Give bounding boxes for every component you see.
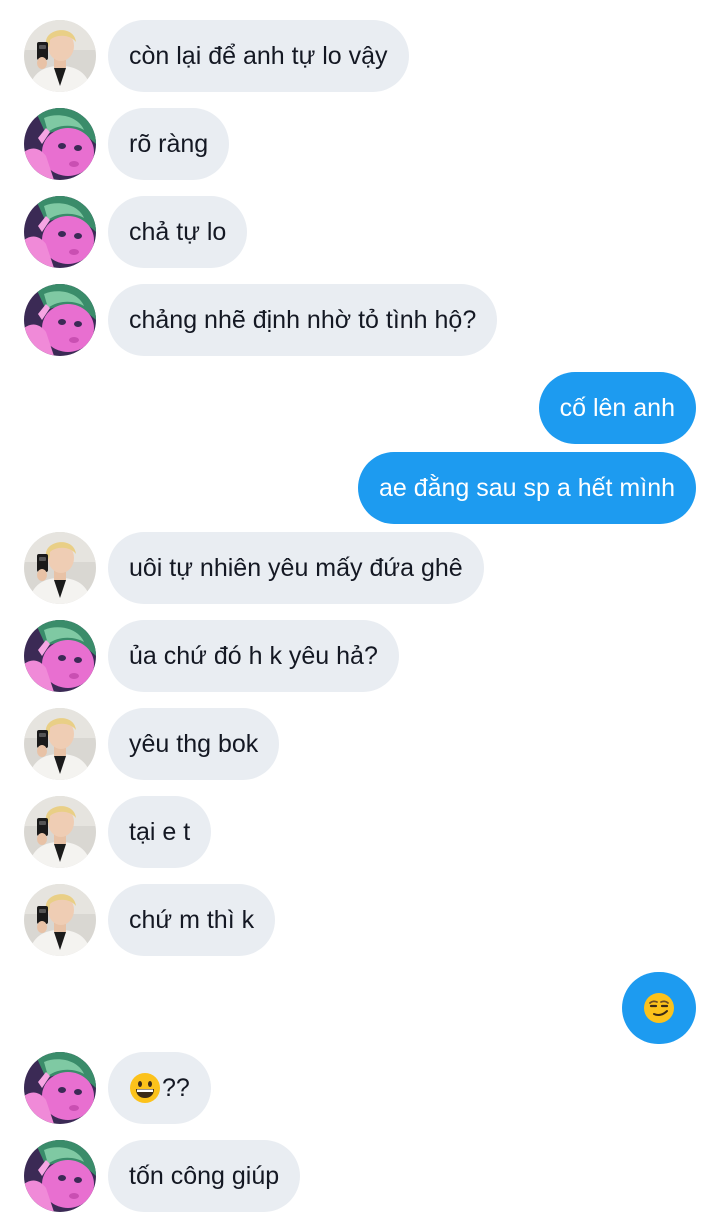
avatar[interactable] [24, 532, 96, 604]
message-row: rõ ràng [0, 108, 720, 180]
message-row: cố lên anh [0, 372, 720, 444]
message-text: còn lại để anh tự lo vậy [129, 41, 388, 70]
smirking-face-icon [643, 992, 675, 1024]
message-text: ae đằng sau sp a hết mình [378, 473, 675, 502]
avatar[interactable] [24, 708, 96, 780]
message-row: tốn công giúp [0, 1140, 720, 1212]
avatar-pink-icon [24, 196, 96, 268]
message-bubble-incoming[interactable]: tốn công giúp [108, 1140, 301, 1212]
message-row [0, 972, 720, 1044]
message-row: tại e t [0, 796, 720, 868]
message-bubble-incoming[interactable]: chả tự lo [108, 196, 248, 268]
message-bubble-outgoing[interactable] [622, 972, 696, 1044]
avatar[interactable] [24, 1140, 96, 1212]
avatar[interactable] [24, 620, 96, 692]
message-bubble-incoming[interactable]: ủa chứ đó h k yêu hả? [108, 620, 399, 692]
avatar-pink-icon [24, 108, 96, 180]
message-bubble-incoming[interactable]: chảng nhẽ định nhờ tỏ tình hộ? [108, 284, 498, 356]
message-text: cố lên anh [559, 393, 675, 422]
message-text: rõ ràng [129, 129, 209, 158]
message-bubble-incoming[interactable]: yêu thg bok [108, 708, 280, 780]
message-text: tốn công giúp [129, 1161, 280, 1190]
avatar-blonde-icon [24, 708, 96, 780]
message-text: tại e t [129, 817, 191, 846]
avatar[interactable] [24, 284, 96, 356]
message-row: uôi tự nhiên yêu mấy đứa ghê [0, 532, 720, 604]
avatar[interactable] [24, 1052, 96, 1124]
message-text: uôi tự nhiên yêu mấy đứa ghê [129, 553, 463, 582]
avatar[interactable] [24, 196, 96, 268]
avatar-pink-icon [24, 1052, 96, 1124]
avatar-pink-icon [24, 284, 96, 356]
message-bubble-incoming[interactable]: chứ m thì k [108, 884, 276, 956]
message-row: còn lại để anh tự lo vậy [0, 20, 720, 92]
message-bubble-outgoing[interactable]: cố lên anh [538, 372, 696, 444]
message-row: chứ m thì k [0, 884, 720, 956]
message-row: yêu thg bok [0, 708, 720, 780]
message-bubble-incoming[interactable]: còn lại để anh tự lo vậy [108, 20, 409, 92]
message-row: chảng nhẽ định nhờ tỏ tình hộ? [0, 284, 720, 356]
avatar[interactable] [24, 108, 96, 180]
avatar[interactable] [24, 884, 96, 956]
message-bubble-outgoing[interactable]: ae đằng sau sp a hết mình [357, 452, 696, 524]
message-bubble-incoming[interactable]: rõ ràng [108, 108, 230, 180]
message-text: chả tự lo [129, 217, 227, 246]
message-row: chả tự lo [0, 196, 720, 268]
message-row: ?? [0, 1052, 720, 1124]
avatar-pink-icon [24, 620, 96, 692]
message-bubble-incoming[interactable]: uôi tự nhiên yêu mấy đứa ghê [108, 532, 484, 604]
avatar-blonde-icon [24, 20, 96, 92]
avatar[interactable] [24, 796, 96, 868]
message-bubble-incoming[interactable]: ?? [108, 1052, 211, 1124]
avatar-pink-icon [24, 1140, 96, 1212]
avatar[interactable] [24, 20, 96, 92]
message-text: ủa chứ đó h k yêu hả? [129, 641, 378, 670]
message-text: yêu thg bok [129, 729, 259, 758]
grinning-face-icon [129, 1072, 161, 1104]
message-bubble-incoming[interactable]: tại e t [108, 796, 212, 868]
message-row: ae đằng sau sp a hết mình [0, 452, 720, 524]
message-text: chứ m thì k [129, 905, 255, 934]
message-row: ủa chứ đó h k yêu hả? [0, 620, 720, 692]
avatar-blonde-icon [24, 884, 96, 956]
avatar-blonde-icon [24, 532, 96, 604]
message-text: ?? [162, 1073, 190, 1102]
avatar-blonde-icon [24, 796, 96, 868]
message-text: chảng nhẽ định nhờ tỏ tình hộ? [129, 305, 477, 334]
